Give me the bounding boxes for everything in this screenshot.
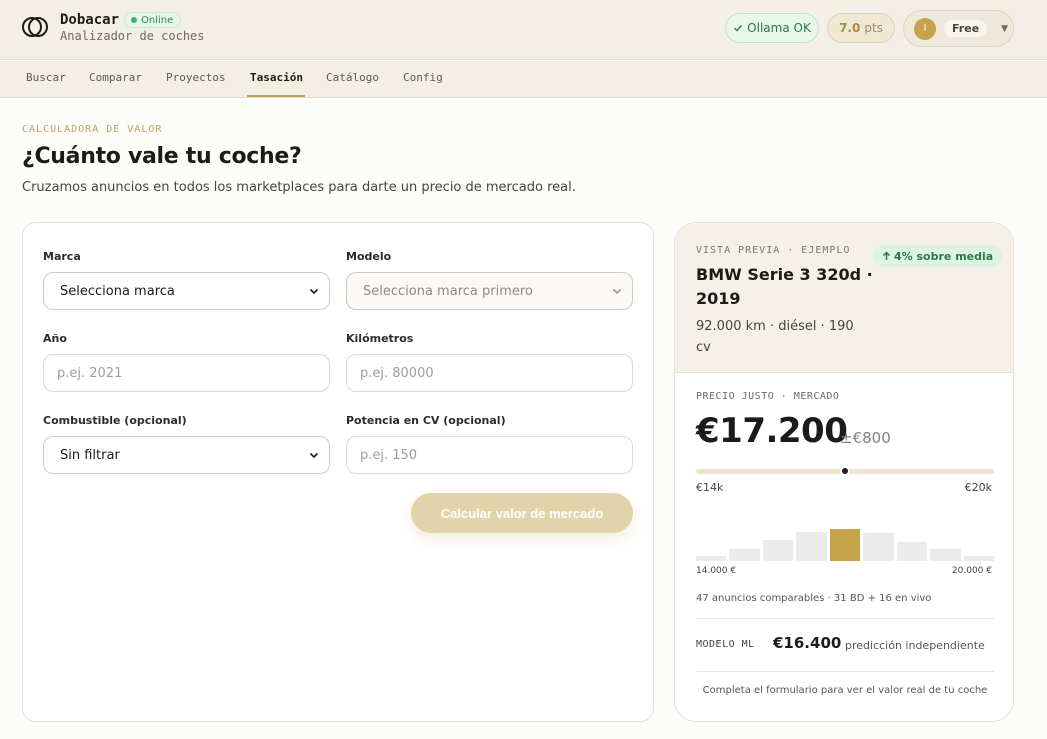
- valuation-form-card: Marca Selecciona marca Modelo Selecciona…: [22, 222, 654, 722]
- ml-model-value: €16.400: [773, 634, 842, 652]
- power-label: Potencia en CV (opcional): [346, 414, 506, 427]
- year-label: Año: [43, 332, 67, 345]
- histogram-bar: [863, 533, 894, 561]
- divider: [696, 618, 994, 619]
- price-position-marker: [840, 466, 850, 476]
- trend-badge: 4% sobre media: [873, 245, 1003, 267]
- car-specs: 92.000 km · diésel · 190 cv: [696, 319, 854, 355]
- ollama-status-pill[interactable]: Ollama OK: [725, 13, 819, 43]
- car-title: BMW Serie 3 320d · 2019: [696, 265, 873, 308]
- histogram-bar: [762, 540, 794, 561]
- histogram-bar-highlight: [829, 529, 861, 561]
- plan-badge: Free: [944, 20, 988, 37]
- histogram-bar: [729, 549, 760, 561]
- chevron-down-icon: [309, 288, 319, 295]
- brand-label: Marca: [43, 250, 81, 263]
- histogram-min-label: 14.000 €: [696, 566, 737, 576]
- power-field[interactable]: [346, 436, 633, 474]
- year-input[interactable]: [57, 365, 329, 381]
- range-min-label: €14k: [696, 481, 724, 494]
- check-icon: [734, 25, 743, 32]
- histogram-bar: [796, 532, 827, 561]
- app-subtitle: Analizador de coches: [60, 29, 205, 43]
- divider: [696, 671, 994, 672]
- preview-header: VISTA PREVIA · EJEMPLO 4% sobre media BM…: [675, 223, 1013, 373]
- tab-proyectos[interactable]: Proyectos: [166, 71, 226, 84]
- histogram-max-label: 20.000 €: [951, 566, 992, 576]
- preview-eyebrow: VISTA PREVIA · EJEMPLO: [696, 245, 851, 256]
- tab-buscar[interactable]: Buscar: [26, 71, 66, 84]
- section-eyebrow: CALCULADORA DE VALOR: [22, 124, 163, 135]
- brand-select-value: Selecciona marca: [60, 283, 175, 299]
- year-field[interactable]: [43, 354, 330, 392]
- histogram-bar: [930, 549, 961, 561]
- online-status-badge: Online: [124, 12, 182, 28]
- points-value: 7.0: [839, 21, 861, 35]
- range-max-label: €20k: [964, 481, 992, 494]
- tab-tasacion[interactable]: Tasación: [250, 71, 303, 84]
- fuel-select[interactable]: Sin filtrar: [43, 436, 330, 474]
- km-input[interactable]: [360, 365, 632, 381]
- fair-price-label: PRECIO JUSTO · MERCADO: [696, 391, 840, 402]
- avatar: I: [914, 17, 936, 40]
- preview-card: VISTA PREVIA · EJEMPLO 4% sobre media BM…: [674, 222, 1014, 722]
- comparables-count: 47 anuncios comparables · 31 BD + 16 en …: [696, 593, 932, 604]
- km-label: Kilómetros: [346, 332, 414, 345]
- tab-config[interactable]: Config: [403, 71, 443, 84]
- price-histogram: [696, 515, 994, 561]
- tab-comparar[interactable]: Comparar: [89, 71, 142, 84]
- tab-catalogo[interactable]: Catálogo: [326, 71, 379, 84]
- histogram-bar: [896, 542, 928, 561]
- ml-model-label: MODELO ML: [696, 639, 755, 650]
- complete-form-note: Completa el formulario para ver el valor…: [702, 685, 988, 696]
- model-label: Modelo: [346, 250, 392, 263]
- ml-model-note: predicción independiente: [845, 639, 985, 652]
- chevron-down-icon: [612, 288, 622, 295]
- ollama-status-label: Ollama OK: [747, 21, 811, 35]
- trend-badge-label: 4% sobre media: [894, 249, 994, 263]
- model-select-value: Selecciona marca primero: [363, 283, 533, 299]
- chevron-down-icon: [309, 452, 319, 459]
- histogram-bar: [963, 556, 994, 561]
- chevron-down-icon: ▼: [1001, 23, 1009, 34]
- points-unit: pts: [864, 21, 883, 35]
- price-range: ±€800: [840, 429, 891, 447]
- brand-select[interactable]: Selecciona marca: [43, 272, 330, 310]
- histogram-bar: [696, 556, 727, 561]
- fuel-select-value: Sin filtrar: [60, 447, 120, 463]
- km-field[interactable]: [346, 354, 633, 392]
- online-status-label: Online: [141, 14, 174, 26]
- page-title: ¿Cuánto vale tu coche?: [22, 144, 302, 169]
- points-pill[interactable]: 7.0 pts: [827, 13, 895, 43]
- fuel-label: Combustible (opcional): [43, 414, 187, 427]
- dobacar-logo-icon[interactable]: [22, 14, 48, 40]
- main-nav: Buscar Comparar Proyectos Tasación Catál…: [0, 61, 1047, 98]
- fair-price-value: €17.200: [696, 411, 848, 451]
- user-menu-button[interactable]: I Free ▼: [903, 10, 1014, 47]
- status-dot-icon: [131, 17, 137, 23]
- arrow-up-icon: [882, 251, 891, 260]
- power-input[interactable]: [360, 447, 632, 463]
- model-select[interactable]: Selecciona marca primero: [346, 272, 633, 310]
- top-bar: Dobacar Online Analizador de coches Olla…: [0, 0, 1047, 60]
- active-tab-indicator: [247, 95, 305, 97]
- page-subtitle: Cruzamos anuncios en todos los marketpla…: [22, 180, 576, 195]
- calculate-value-button[interactable]: Calcular valor de mercado: [411, 493, 633, 533]
- app-name: Dobacar: [60, 12, 120, 28]
